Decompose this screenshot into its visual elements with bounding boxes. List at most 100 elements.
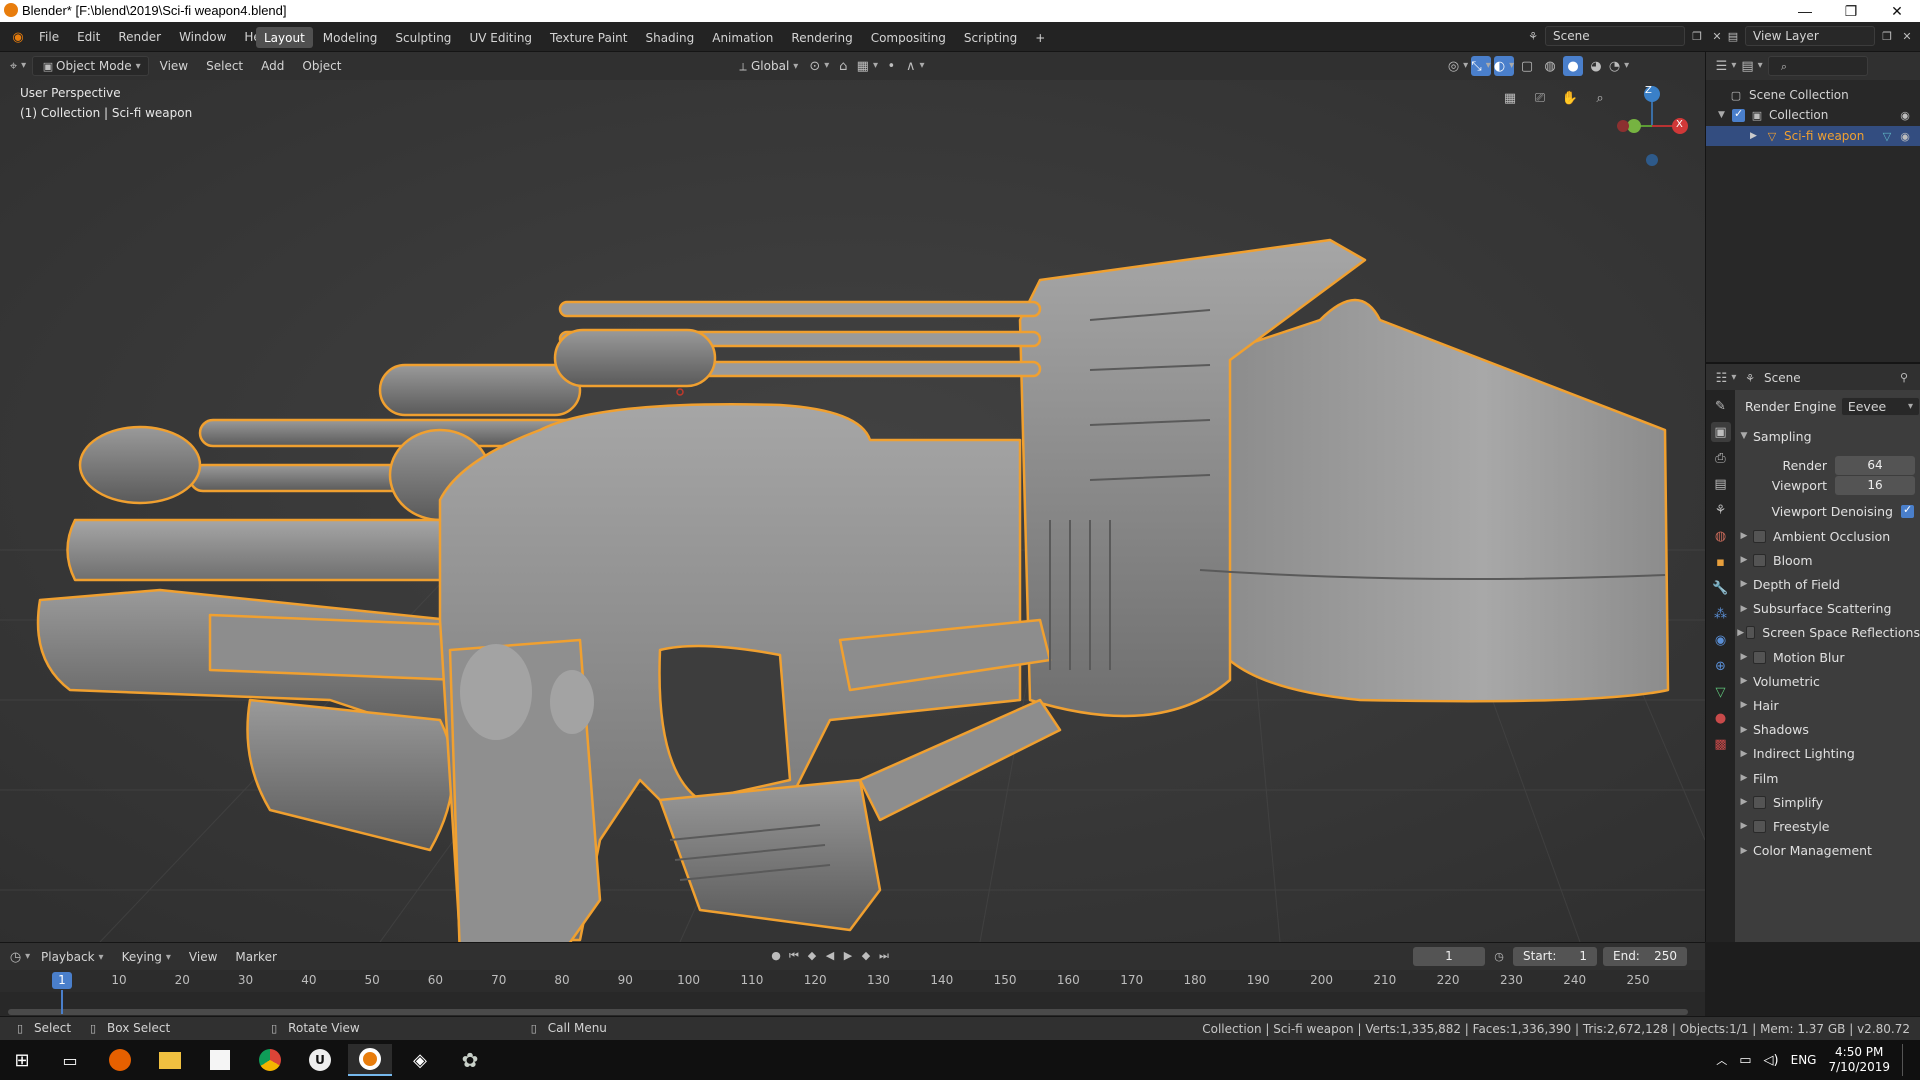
- panel-header[interactable]: ▶ Hair: [1735, 693, 1920, 717]
- material-shading-icon[interactable]: ◕: [1586, 56, 1606, 76]
- tab-sculpting[interactable]: Sculpting: [387, 27, 459, 48]
- physics-tab-icon[interactable]: ◉: [1711, 630, 1731, 650]
- blender-taskbar-button[interactable]: [348, 1044, 392, 1076]
- current-frame-marker[interactable]: 1: [52, 972, 72, 989]
- jump-end-icon[interactable]: ⏭: [876, 947, 892, 963]
- tab-shading[interactable]: Shading: [637, 27, 702, 48]
- firefox-taskbar-button[interactable]: [98, 1044, 142, 1076]
- jump-start-icon[interactable]: ⏮: [786, 947, 802, 963]
- panel-expand-arrow-icon[interactable]: ▶: [1735, 797, 1753, 807]
- clock-icon[interactable]: ◷: [1491, 949, 1507, 965]
- pivot-point-icon[interactable]: ⊙: [809, 56, 829, 76]
- gizmo-icon[interactable]: ⤡: [1471, 56, 1491, 76]
- timeline-scrollbar[interactable]: [8, 1009, 1688, 1015]
- network-icon[interactable]: ▭: [1739, 1053, 1751, 1068]
- expand-arrow-icon[interactable]: ▼: [1718, 110, 1728, 120]
- panel-expand-arrow-icon[interactable]: ▶: [1735, 652, 1753, 662]
- tab-texture-paint[interactable]: Texture Paint: [542, 27, 635, 48]
- tab-uv-editing[interactable]: UV Editing: [461, 27, 540, 48]
- chrome-taskbar-button[interactable]: [248, 1044, 292, 1076]
- collection-checkbox[interactable]: [1732, 107, 1745, 122]
- panel-expand-arrow-icon[interactable]: ▶: [1735, 555, 1753, 565]
- zoom-view-icon[interactable]: ⌕: [1590, 88, 1610, 108]
- panel-header[interactable]: ▶ Shadows: [1735, 718, 1920, 742]
- panel-enable-checkbox[interactable]: [1753, 650, 1766, 664]
- panel-expand-arrow-icon[interactable]: ▶: [1735, 531, 1753, 541]
- view-layer-tab-icon[interactable]: ▤: [1711, 474, 1731, 494]
- render-engine-dropdown[interactable]: Eevee: [1840, 396, 1920, 416]
- texture-tab-icon[interactable]: ▩: [1711, 734, 1731, 754]
- outliner-object-row[interactable]: ▶ ▽ Sci-fi weapon ▽ ◉: [1706, 126, 1920, 146]
- panel-expand-arrow-icon[interactable]: ▶: [1735, 628, 1746, 638]
- tab-modeling[interactable]: Modeling: [315, 27, 386, 48]
- panel-enable-checkbox[interactable]: [1753, 553, 1766, 567]
- timeline-menu-keying[interactable]: Keying: [115, 947, 178, 967]
- panel-enable-checkbox[interactable]: [1753, 529, 1766, 543]
- material-tab-icon[interactable]: ●: [1711, 708, 1731, 728]
- panel-expand-arrow-icon[interactable]: ▶: [1735, 821, 1753, 831]
- play-reverse-icon[interactable]: ◀: [822, 947, 838, 963]
- language-indicator[interactable]: ENG: [1791, 1053, 1817, 1067]
- menu-file[interactable]: File: [32, 27, 66, 47]
- next-keyframe-icon[interactable]: ◆: [858, 947, 874, 963]
- tool-tab-icon[interactable]: ✎: [1711, 396, 1731, 416]
- pin-icon[interactable]: ⚲: [1896, 369, 1912, 385]
- panel-header[interactable]: ▶ Freestyle: [1735, 814, 1920, 838]
- panel-expand-arrow-icon[interactable]: ▶: [1735, 846, 1753, 856]
- timeline[interactable]: 1 10 20 30 40 50 60 70 80 90 100 110 120 130 140 150 160…: [0, 970, 1705, 1016]
- mesh-data-icon[interactable]: ▽: [1879, 128, 1895, 144]
- rendered-shading-icon[interactable]: ◔: [1609, 56, 1629, 76]
- object-mode-dropdown[interactable]: ▣ Object Mode: [32, 56, 149, 76]
- panel-header[interactable]: ▶ Ambient Occlusion: [1735, 524, 1920, 548]
- tray-expand-icon[interactable]: ︿: [1716, 1052, 1727, 1068]
- blender-menu-icon[interactable]: ◉: [8, 27, 28, 47]
- proportional-edit-icon[interactable]: •: [881, 56, 901, 76]
- properties-editor-icon[interactable]: ☷: [1716, 368, 1736, 388]
- view-layer-field[interactable]: View Layer: [1745, 26, 1875, 46]
- play-icon[interactable]: ▶: [840, 947, 856, 963]
- panel-header[interactable]: ▶ Depth of Field: [1735, 572, 1920, 596]
- object-tab-icon[interactable]: ▪: [1711, 552, 1731, 572]
- panel-expand-arrow-icon[interactable]: ▶: [1735, 676, 1753, 686]
- panel-header[interactable]: ▶ Indirect Lighting: [1735, 742, 1920, 766]
- viewport-menu-add[interactable]: Add: [254, 56, 291, 76]
- panel-header[interactable]: ▶ Film: [1735, 766, 1920, 790]
- clock[interactable]: 4:50 PM 7/10/2019: [1828, 1045, 1890, 1075]
- new-scene-icon[interactable]: ❐: [1689, 28, 1705, 44]
- explorer-taskbar-button[interactable]: [148, 1044, 192, 1076]
- visibility-icon[interactable]: ◎: [1448, 56, 1468, 76]
- collection-visibility-eye-icon[interactable]: ◉: [1897, 107, 1913, 123]
- editor-type-icon[interactable]: ⌖: [8, 56, 28, 76]
- render-samples-field[interactable]: 64: [1835, 455, 1915, 475]
- grid-view-icon[interactable]: ▦: [1500, 88, 1520, 108]
- outliner-collection-row[interactable]: ▼ ▣ Collection ◉: [1716, 106, 1920, 124]
- restore-button[interactable]: ❐: [1828, 0, 1874, 22]
- render-tab-icon[interactable]: ▣: [1710, 422, 1731, 442]
- panel-expand-arrow-icon[interactable]: ▶: [1735, 579, 1753, 589]
- start-frame-field[interactable]: Start: 1: [1513, 947, 1597, 966]
- panel-header[interactable]: ▶ Screen Space Reflections: [1735, 621, 1920, 645]
- current-frame-field[interactable]: 1: [1413, 947, 1485, 966]
- tab-scripting[interactable]: Scripting: [956, 27, 1025, 48]
- data-tab-icon[interactable]: ▽: [1711, 682, 1731, 702]
- 3d-viewport[interactable]: User Perspective (1) Collection | Sci-fi…: [0, 80, 1705, 942]
- viewport-menu-object[interactable]: Object: [295, 56, 348, 76]
- panel-expand-arrow-icon[interactable]: ▶: [1735, 725, 1753, 735]
- new-view-layer-icon[interactable]: ❐: [1879, 28, 1895, 44]
- start-button[interactable]: ⊞: [0, 1044, 44, 1076]
- output-tab-icon[interactable]: ⎙: [1711, 448, 1731, 468]
- app-taskbar-button[interactable]: ✿: [448, 1044, 492, 1076]
- transform-orientation-dropdown[interactable]: ⟂ Global: [728, 56, 805, 76]
- task-view-button[interactable]: ▭: [48, 1044, 92, 1076]
- panel-expand-arrow-icon[interactable]: ▶: [1735, 749, 1753, 759]
- sampling-panel-header[interactable]: ▼ Sampling: [1735, 424, 1920, 448]
- world-tab-icon[interactable]: ◍: [1711, 526, 1731, 546]
- scene-tab-icon[interactable]: ⚘: [1711, 500, 1731, 520]
- timeline-ruler[interactable]: 1 10 20 30 40 50 60 70 80 90 100 110 120 130 140 150 160…: [0, 970, 1705, 992]
- pan-view-icon[interactable]: ✋: [1560, 88, 1580, 108]
- tab-layout[interactable]: Layout: [256, 27, 313, 48]
- display-mode-icon[interactable]: ▤: [1741, 56, 1762, 76]
- solid-shading-icon[interactable]: ●: [1563, 56, 1583, 76]
- outliner-search-input[interactable]: ⌕: [1768, 56, 1868, 76]
- particles-tab-icon[interactable]: ⁂: [1711, 604, 1731, 624]
